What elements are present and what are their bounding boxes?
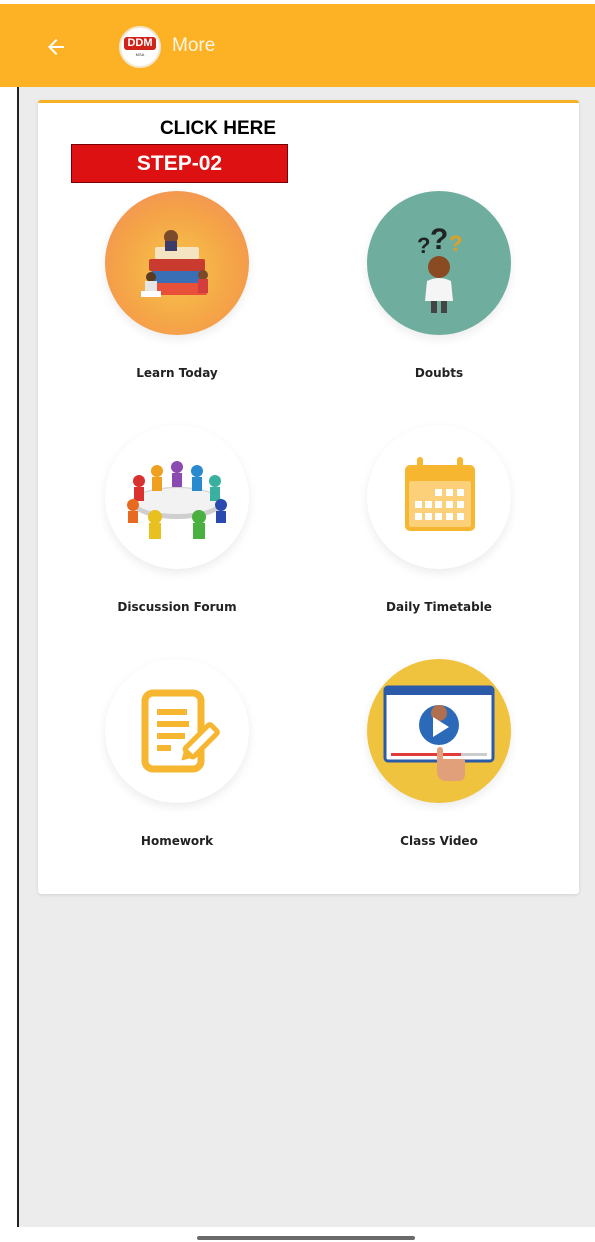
- app-logo: DDM MSA: [119, 26, 161, 68]
- tile-learn-today[interactable]: Learn Today: [52, 191, 302, 391]
- tile-label: Homework: [140, 834, 214, 848]
- tile-label: Daily Timetable: [386, 600, 492, 614]
- click-here-text: CLICK HERE: [159, 118, 277, 139]
- books-reading-icon: [105, 191, 249, 335]
- tile-daily-timetable[interactable]: Daily Timetable: [314, 425, 564, 625]
- calendar-icon: [367, 425, 511, 569]
- svg-text:?: ?: [449, 231, 462, 256]
- appbar-edge: [0, 4, 17, 87]
- device-frame: DDM MSA More CLICK HERE STEP-02 Learn To…: [0, 0, 595, 1242]
- group-meeting-icon: [105, 425, 249, 569]
- tile-label: Discussion Forum: [117, 600, 237, 614]
- question-thinking-icon: ? ? ?: [367, 191, 511, 335]
- tile-class-video[interactable]: Class Video: [314, 659, 564, 859]
- page-title: More: [172, 35, 216, 56]
- logo-subtext: MSA: [135, 52, 145, 57]
- tile-homework[interactable]: Homework: [52, 659, 302, 859]
- tile-label: Class Video: [400, 834, 478, 848]
- svg-text:?: ?: [417, 233, 430, 258]
- document-pencil-icon: [105, 659, 249, 803]
- logo-text: DDM: [124, 37, 156, 50]
- features-card: CLICK HERE STEP-02 Learn Today ? ? ? Dou…: [38, 100, 579, 894]
- svg-text:?: ?: [430, 223, 448, 256]
- back-button[interactable]: [39, 30, 73, 64]
- tile-label: Learn Today: [136, 366, 218, 380]
- app-bar: DDM MSA More: [17, 4, 595, 87]
- step-banner: STEP-02: [71, 144, 288, 183]
- video-player-icon: [367, 659, 511, 803]
- tile-label: Doubts: [414, 366, 464, 380]
- tile-doubts[interactable]: ? ? ? Doubts: [314, 191, 564, 391]
- home-indicator[interactable]: [197, 1236, 415, 1240]
- back-arrow-icon: [48, 39, 64, 55]
- tile-discussion-forum[interactable]: Discussion Forum: [52, 425, 302, 625]
